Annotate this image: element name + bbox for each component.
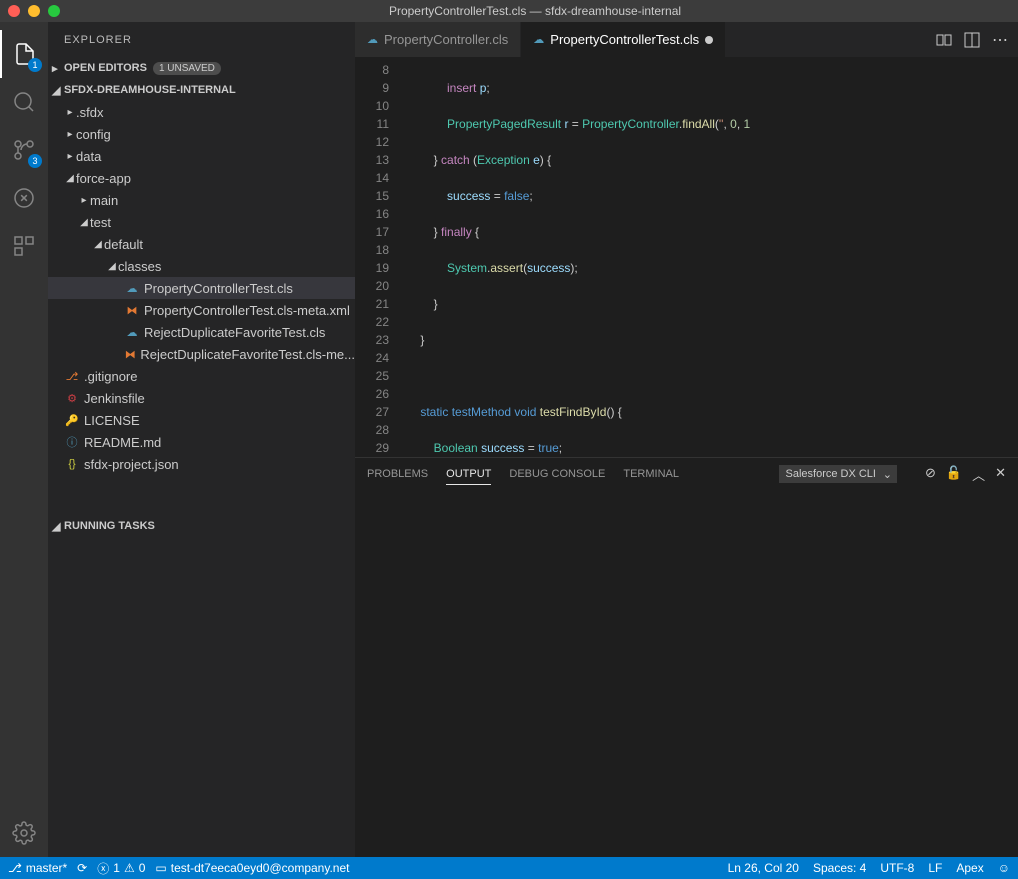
output-body[interactable] xyxy=(355,490,1018,857)
more-actions-icon[interactable]: ⋯ xyxy=(992,30,1008,50)
code-content[interactable]: insert p; PropertyPagedResult r = Proper… xyxy=(407,57,938,457)
tab-output[interactable]: OUTPUT xyxy=(446,464,491,485)
chevron-down-icon: ◢ xyxy=(52,520,64,533)
clear-output-icon[interactable]: ⊘ xyxy=(925,465,936,484)
close-window-icon[interactable] xyxy=(8,5,20,17)
tree-file-gitignore[interactable]: ⎇.gitignore xyxy=(48,365,355,387)
error-icon: ⓧ xyxy=(97,860,109,877)
panel-tabs: PROBLEMS OUTPUT DEBUG CONSOLE TERMINAL S… xyxy=(355,458,1018,490)
tree-folder-test[interactable]: ◢test xyxy=(48,211,355,233)
search-icon[interactable] xyxy=(0,78,48,126)
status-spaces[interactable]: Spaces: 4 xyxy=(813,861,866,875)
warning-icon: ⚠ xyxy=(124,861,135,875)
explorer-badge: 1 xyxy=(28,58,42,72)
lock-scroll-icon[interactable]: 🔓 xyxy=(946,465,962,484)
bottom-panel: PROBLEMS OUTPUT DEBUG CONSOLE TERMINAL S… xyxy=(355,457,1018,857)
debug-icon[interactable] xyxy=(0,174,48,222)
open-editors-label: OPEN EDITORS xyxy=(64,62,147,74)
status-feedback-icon[interactable]: ☺ xyxy=(998,861,1010,875)
file-tree: ▸.sfdx ▸config ▸data ◢force-app ▸main ◢t… xyxy=(48,101,355,479)
tab-property-controller[interactable]: ☁ PropertyController.cls xyxy=(355,22,521,57)
jenkins-file-icon: ⚙ xyxy=(64,390,80,406)
split-editor-icon[interactable] xyxy=(964,32,980,48)
chevron-up-icon[interactable]: ︿ xyxy=(972,465,985,484)
status-sync[interactable]: ⟳ xyxy=(77,861,87,875)
apex-file-icon: ☁ xyxy=(367,33,378,46)
open-editors-section[interactable]: ▸ OPEN EDITORS 1 UNSAVED xyxy=(48,57,355,79)
window-title: PropertyControllerTest.cls — sfdx-dreamh… xyxy=(60,4,1010,18)
license-file-icon: 🔑 xyxy=(64,412,80,428)
tab-label: PropertyControllerTest.cls xyxy=(550,32,699,47)
tree-file-reject-duplicate-meta[interactable]: ⧓RejectDuplicateFavoriteTest.cls-me... xyxy=(48,343,355,365)
tree-folder-force-app[interactable]: ◢force-app xyxy=(48,167,355,189)
tree-folder-data[interactable]: ▸data xyxy=(48,145,355,167)
tab-debug-console[interactable]: DEBUG CONSOLE xyxy=(509,464,605,484)
explorer-icon[interactable]: 1 xyxy=(0,30,48,78)
source-control-icon[interactable]: 3 xyxy=(0,126,48,174)
project-label: SFDX-DREAMHOUSE-INTERNAL xyxy=(64,84,236,96)
tab-terminal[interactable]: TERMINAL xyxy=(623,464,679,484)
tab-actions: ⋯ xyxy=(926,22,1018,57)
running-tasks-section[interactable]: ◢ RUNNING TASKS xyxy=(48,515,355,537)
xml-file-icon: ⧓ xyxy=(124,302,140,318)
tree-file-jenkinsfile[interactable]: ⚙Jenkinsfile xyxy=(48,387,355,409)
unsaved-badge: 1 UNSAVED xyxy=(153,62,221,75)
tree-folder-config[interactable]: ▸config xyxy=(48,123,355,145)
chevron-down-icon: ◢ xyxy=(52,84,64,97)
chevron-right-icon: ▸ xyxy=(52,62,64,75)
running-tasks-label: RUNNING TASKS xyxy=(64,520,155,532)
line-gutter: 8910111213141516171819202122232425262728… xyxy=(355,57,407,457)
compare-icon[interactable] xyxy=(936,32,952,48)
status-eol[interactable]: LF xyxy=(928,861,942,875)
json-file-icon: {} xyxy=(64,456,80,472)
title-bar: PropertyControllerTest.cls — sfdx-dreamh… xyxy=(0,0,1018,22)
sidebar-title: EXPLORER xyxy=(48,22,355,57)
status-org[interactable]: ▭test-dt7eeca0eyd0@company.net xyxy=(155,861,349,875)
apex-file-icon: ☁ xyxy=(124,324,140,340)
status-encoding[interactable]: UTF-8 xyxy=(880,861,914,875)
minimap[interactable] xyxy=(938,57,1018,457)
tree-file-property-controller-test[interactable]: ☁PropertyControllerTest.cls xyxy=(48,277,355,299)
tree-file-sfdx-project[interactable]: {}sfdx-project.json xyxy=(48,453,355,475)
output-channel-select[interactable]: Salesforce DX CLI ⌄ xyxy=(779,465,897,483)
apex-file-icon: ☁ xyxy=(124,280,140,296)
sync-icon: ⟳ xyxy=(77,861,87,875)
status-language[interactable]: Apex xyxy=(956,861,983,875)
settings-gear-icon[interactable] xyxy=(0,809,48,857)
editor-area[interactable]: 8910111213141516171819202122232425262728… xyxy=(355,57,1018,457)
editor-column: ☁ PropertyController.cls ☁ PropertyContr… xyxy=(355,22,1018,857)
tree-folder-sfdx[interactable]: ▸.sfdx xyxy=(48,101,355,123)
activity-bar: 1 3 xyxy=(0,22,48,857)
tree-file-property-controller-test-meta[interactable]: ⧓PropertyControllerTest.cls-meta.xml xyxy=(48,299,355,321)
sidebar: EXPLORER ▸ OPEN EDITORS 1 UNSAVED ◢ SFDX… xyxy=(48,22,355,857)
status-cursor-pos[interactable]: Ln 26, Col 20 xyxy=(728,861,799,875)
status-bar: ⎇master* ⟳ ⓧ1 ⚠0 ▭test-dt7eeca0eyd0@comp… xyxy=(0,857,1018,879)
status-branch[interactable]: ⎇master* xyxy=(8,861,67,875)
tabs-row: ☁ PropertyController.cls ☁ PropertyContr… xyxy=(355,22,1018,57)
status-problems[interactable]: ⓧ1 ⚠0 xyxy=(97,860,145,877)
tree-file-license[interactable]: 🔑LICENSE xyxy=(48,409,355,431)
git-file-icon: ⎇ xyxy=(64,368,80,384)
scm-badge: 3 xyxy=(28,154,42,168)
tab-label: PropertyController.cls xyxy=(384,32,508,47)
project-section[interactable]: ◢ SFDX-DREAMHOUSE-INTERNAL xyxy=(48,79,355,101)
apex-file-icon: ☁ xyxy=(533,33,544,46)
tree-folder-default[interactable]: ◢default xyxy=(48,233,355,255)
xml-file-icon: ⧓ xyxy=(124,346,136,362)
info-file-icon: ⓘ xyxy=(64,434,80,450)
tree-file-reject-duplicate[interactable]: ☁RejectDuplicateFavoriteTest.cls xyxy=(48,321,355,343)
tab-problems[interactable]: PROBLEMS xyxy=(367,464,428,484)
dirty-indicator-icon xyxy=(705,36,713,44)
tree-file-readme[interactable]: ⓘREADME.md xyxy=(48,431,355,453)
branch-icon: ⎇ xyxy=(8,861,22,875)
traffic-lights xyxy=(8,5,60,17)
tree-folder-main[interactable]: ▸main xyxy=(48,189,355,211)
minimize-window-icon[interactable] xyxy=(28,5,40,17)
close-panel-icon[interactable]: ✕ xyxy=(995,465,1006,484)
maximize-window-icon[interactable] xyxy=(48,5,60,17)
tree-folder-classes[interactable]: ◢classes xyxy=(48,255,355,277)
extensions-icon[interactable] xyxy=(0,222,48,270)
window-icon: ▭ xyxy=(155,861,166,875)
tab-property-controller-test[interactable]: ☁ PropertyControllerTest.cls xyxy=(521,22,726,57)
